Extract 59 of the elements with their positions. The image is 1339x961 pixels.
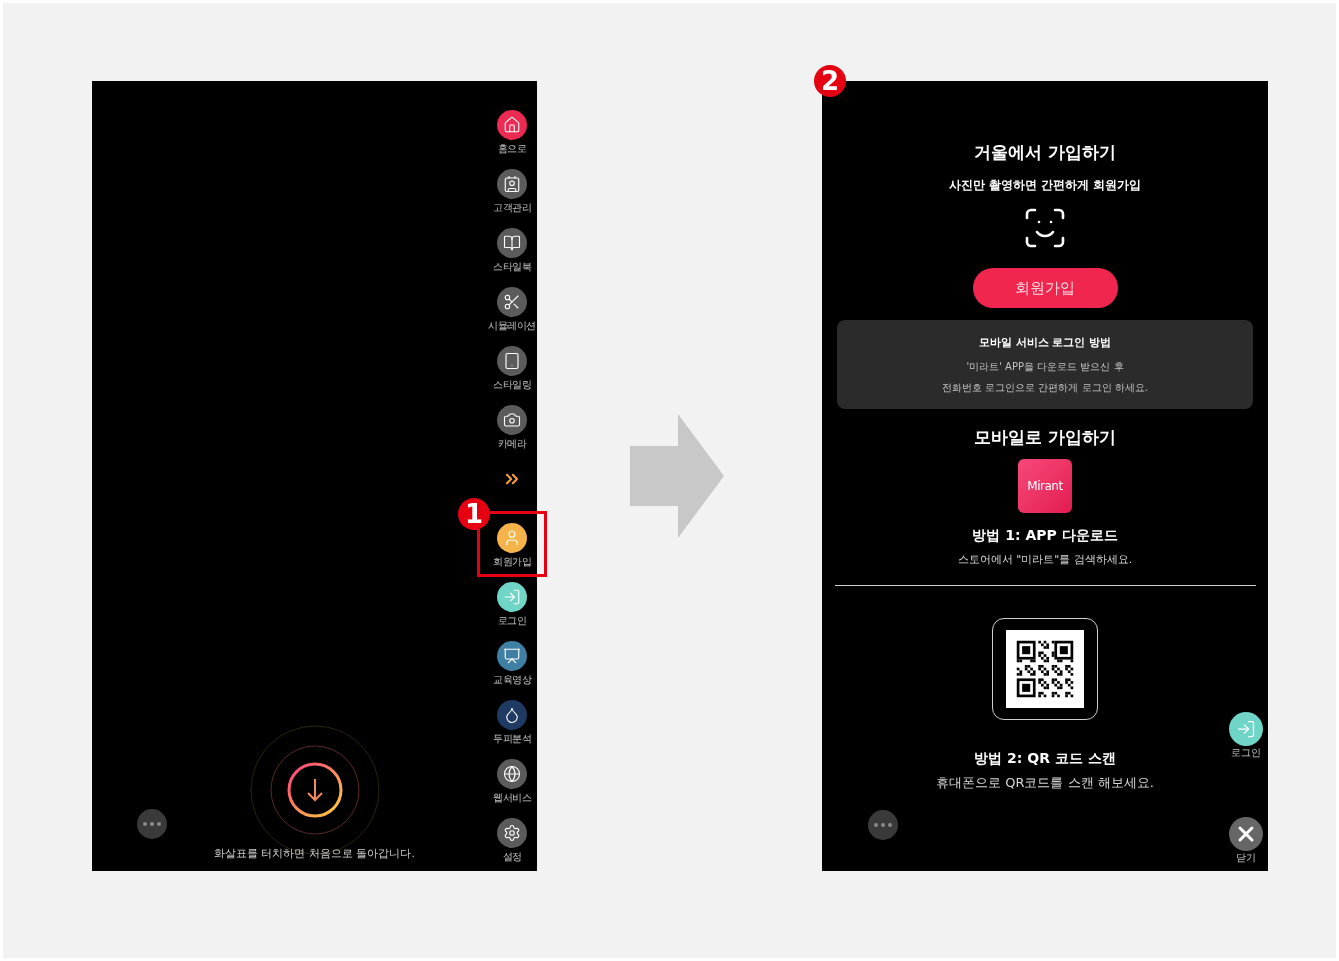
login-icon bbox=[503, 588, 521, 606]
globe-icon bbox=[503, 765, 521, 783]
info-title: 모바일 서비스 로그인 방법 bbox=[978, 335, 1112, 351]
sidebar-button[interactable] bbox=[497, 110, 527, 140]
button-label: 닫기 bbox=[1236, 851, 1256, 864]
scissors-icon bbox=[503, 293, 521, 311]
sidebar-label: 웹서비스 bbox=[493, 791, 531, 804]
sidebar-label: 회원가입 bbox=[493, 555, 531, 568]
sidebar-button[interactable] bbox=[497, 523, 527, 553]
sidebar-label: 교육영상 bbox=[493, 673, 531, 686]
book-icon bbox=[503, 234, 521, 252]
sidebar-label: 스타일링 bbox=[493, 378, 531, 391]
arrow-icon bbox=[629, 414, 724, 538]
more-button[interactable] bbox=[137, 809, 167, 839]
method-text: 스토어에서 "미라트"를 검색하세요. bbox=[957, 552, 1133, 568]
section-title: 모바일로 가입하기 bbox=[974, 426, 1116, 449]
method-title: 방법 2: QR 코드 스캔 bbox=[974, 749, 1116, 768]
sidebar-button[interactable] bbox=[497, 346, 527, 376]
hint-text: 화살표를 터치하면 처음으로 돌아갑니다. bbox=[214, 845, 415, 862]
subtitle: 사진만 촬영하면 간편하게 회원가입 bbox=[948, 177, 1142, 193]
info-text: '미라트' APP을 다운로드 받으신 후 bbox=[966, 360, 1124, 374]
camera-icon bbox=[503, 411, 521, 429]
method-text: 휴대폰으로 QR코드를 스캔 해보세요. bbox=[936, 774, 1154, 792]
sidebar-label: 홈으로 bbox=[497, 142, 527, 155]
sidebar-button[interactable] bbox=[497, 169, 527, 199]
sidebar-button[interactable] bbox=[497, 287, 527, 317]
sidebar-label: 카메라 bbox=[497, 437, 527, 450]
id-card-icon bbox=[503, 175, 521, 193]
sidebar-button[interactable] bbox=[497, 228, 527, 258]
section-title: 거울에서 가입하기 bbox=[974, 141, 1116, 164]
settings-icon bbox=[503, 824, 521, 842]
app-logo: Mirant bbox=[1018, 459, 1072, 513]
signup-button[interactable]: 회원가입 bbox=[972, 268, 1118, 308]
sidebar-button[interactable] bbox=[497, 582, 527, 612]
login-icon bbox=[1236, 719, 1256, 739]
presentation-icon bbox=[503, 647, 521, 665]
info-text: 전화번호 로그인으로 간편하게 로그인 하세요. bbox=[942, 381, 1148, 395]
sidebar-button[interactable] bbox=[497, 759, 527, 789]
more-button[interactable] bbox=[868, 810, 898, 840]
sidebar-label: 고객관리 bbox=[493, 201, 531, 214]
home-icon bbox=[503, 116, 521, 134]
tablet-icon bbox=[503, 352, 521, 370]
button-label: 로그인 bbox=[1231, 746, 1261, 759]
sidebar-label: 두피분석 bbox=[493, 732, 531, 745]
sidebar-label: 시뮬레이션 bbox=[488, 319, 536, 332]
sidebar-label: 로그인 bbox=[497, 614, 527, 627]
step-badge: 1 bbox=[458, 498, 490, 530]
droplet-icon bbox=[503, 706, 521, 724]
method-title: 방법 1: APP 다운로드 bbox=[972, 526, 1118, 545]
sidebar-label: 설정 bbox=[502, 850, 522, 863]
sidebar-label: 스타일북 bbox=[493, 260, 531, 273]
sidebar-button[interactable] bbox=[497, 405, 527, 435]
login-button[interactable] bbox=[1229, 712, 1263, 746]
close-button[interactable] bbox=[1229, 817, 1263, 851]
step-badge: 2 bbox=[814, 65, 846, 97]
sidebar-button[interactable] bbox=[497, 818, 527, 848]
sidebar-button[interactable] bbox=[497, 700, 527, 730]
user-icon bbox=[503, 529, 521, 547]
sidebar-button[interactable] bbox=[497, 641, 527, 671]
